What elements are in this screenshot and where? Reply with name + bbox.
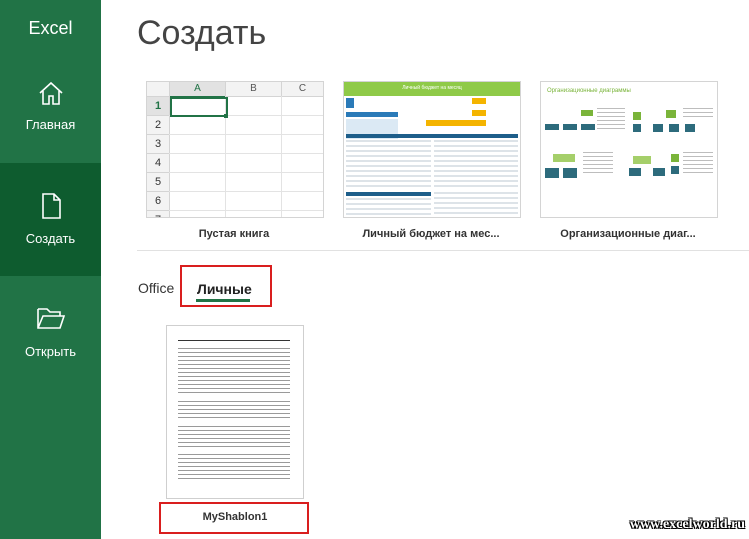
org-box — [581, 124, 595, 130]
highlight-box-tab — [180, 265, 272, 307]
tab-office[interactable]: Office — [138, 280, 174, 296]
org-box — [653, 124, 663, 132]
section-divider — [137, 250, 749, 251]
org-box — [685, 124, 695, 132]
budget-table — [346, 198, 431, 216]
org-text-lines — [583, 152, 613, 174]
highlight-box-template — [159, 502, 309, 534]
column-header-a: A — [170, 82, 226, 98]
org-box — [666, 110, 676, 118]
row-header-6: 6 — [147, 192, 170, 211]
org-box — [553, 154, 575, 162]
sidebar-item-label: Создать — [25, 231, 76, 246]
open-folder-icon — [0, 304, 101, 337]
budget-band — [346, 112, 398, 117]
template-label: Организационные диаг... — [560, 228, 696, 240]
budget-table — [434, 140, 518, 190]
row-header-7: 7 — [147, 211, 170, 217]
budget-logo — [346, 98, 354, 108]
fill-handle — [224, 114, 228, 118]
budget-thumbnail: Личный бюджет на месяц — [343, 81, 521, 218]
budget-table — [346, 140, 431, 190]
org-box — [633, 124, 641, 132]
budget-highlight — [472, 98, 486, 104]
org-box — [629, 168, 641, 176]
budget-table — [434, 192, 518, 216]
column-header-b: B — [226, 82, 282, 97]
template-personal-budget[interactable]: Личный бюджет на месяц Личный бюджет на … — [343, 81, 521, 246]
org-box — [563, 124, 577, 130]
template-blank-workbook[interactable]: A B C 1 2 3 4 5 6 7 Пустая книга — [146, 81, 324, 246]
org-box — [633, 156, 651, 164]
org-text-lines — [683, 152, 713, 174]
sidebar-item-open[interactable]: Открыть — [0, 276, 101, 389]
org-box — [581, 110, 593, 116]
org-box — [671, 166, 679, 174]
sidebar-item-label: Главная — [25, 117, 76, 132]
template-org-charts[interactable]: Организационные диаграммы Организационны… — [540, 81, 718, 246]
template-myshablon1[interactable]: MyShablon1 — [166, 325, 304, 530]
doc-text-lines — [178, 426, 290, 448]
org-box — [563, 168, 577, 178]
budget-table-head — [346, 134, 518, 138]
doc-text-lines — [178, 454, 290, 482]
grid-corner — [147, 82, 170, 97]
doc-text-lines — [178, 401, 290, 421]
budget-highlight — [426, 120, 486, 126]
org-box — [669, 124, 679, 132]
doc-text-lines — [178, 348, 290, 396]
budget-thumb-title: Личный бюджет на месяц — [402, 85, 462, 91]
active-cell — [170, 97, 228, 117]
page-title: Создать — [137, 14, 267, 52]
doc-rule — [178, 340, 290, 341]
row-header-5: 5 — [147, 173, 170, 192]
row-header-4: 4 — [147, 154, 170, 173]
org-box — [653, 168, 665, 176]
home-icon — [0, 78, 101, 113]
budget-table-head — [346, 192, 431, 196]
template-label: Пустая книга — [198, 228, 270, 240]
org-text-lines — [683, 108, 713, 118]
grid-line — [169, 153, 323, 154]
watermark: www.excelworld.ru — [629, 517, 745, 532]
org-box — [545, 124, 559, 130]
org-thumb-title: Организационные диаграммы — [547, 88, 631, 94]
row-header-3: 3 — [147, 135, 170, 154]
column-header-c: C — [282, 82, 323, 97]
sidebar: Excel Главная Создать Открыть — [0, 0, 101, 539]
grid-line — [169, 134, 323, 135]
org-text-lines — [597, 108, 625, 132]
grid-line — [169, 172, 323, 173]
new-document-icon — [0, 191, 101, 226]
row-header-1: 1 — [147, 97, 170, 116]
blank-workbook-thumbnail: A B C 1 2 3 4 5 6 7 — [146, 81, 324, 218]
sidebar-item-home[interactable]: Главная — [0, 58, 101, 171]
sidebar-item-new[interactable]: Создать — [0, 163, 101, 276]
template-label: Личный бюджет на мес... — [362, 228, 500, 240]
org-box — [545, 168, 559, 178]
row-header-2: 2 — [147, 116, 170, 135]
budget-highlight — [472, 110, 486, 116]
app-title: Excel — [28, 18, 73, 38]
grid-line — [169, 210, 323, 211]
org-box — [633, 112, 641, 120]
sidebar-item-label: Открыть — [24, 344, 77, 359]
grid-line — [281, 96, 282, 217]
org-chart-thumbnail: Организационные диаграммы — [540, 81, 718, 218]
org-box — [671, 154, 679, 162]
myshablon1-thumbnail — [166, 325, 304, 499]
grid-line — [169, 191, 323, 192]
